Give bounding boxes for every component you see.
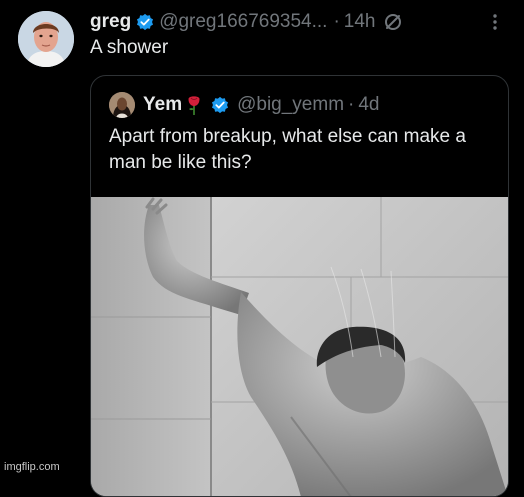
verified-badge-icon [137,13,154,31]
author-handle[interactable]: @greg166769354... [159,11,327,33]
author-display-name[interactable]: greg [90,11,131,33]
quoted-tweet-header: Yem @big_yemm · 4d [109,92,380,118]
quoted-author-avatar[interactable] [109,92,135,118]
imgflip-watermark: imgflip.com [4,461,60,473]
rose-emoji-icon [188,96,200,115]
quoted-tweet-timestamp[interactable]: 4d [358,94,379,116]
quoted-author-display-name[interactable]: Yem [143,94,182,116]
tweet-timestamp[interactable]: 14h [344,11,376,33]
separator-dot: · [333,11,340,32]
quoted-author-handle[interactable]: @big_yemm [237,94,344,116]
edited-icon[interactable] [383,12,403,32]
author-avatar[interactable] [18,11,74,67]
quoted-author-avatar-image [109,92,135,118]
quoted-separator-dot: · [348,94,355,115]
author-avatar-image [18,11,74,67]
more-options-icon[interactable] [492,12,498,32]
quoted-verified-badge-icon [212,96,229,114]
tweet-text: A shower [90,37,169,58]
shower-photo-illustration [91,197,508,496]
tweet-header: greg @greg166769354... · 14h [90,8,520,36]
quoted-tweet-photo[interactable] [91,197,508,496]
quoted-tweet-text: Apart from breakup, what else can make a… [109,126,466,173]
quoted-tweet-card[interactable]: Yem @big_yemm · 4d Apart from breakup, w… [90,75,509,497]
